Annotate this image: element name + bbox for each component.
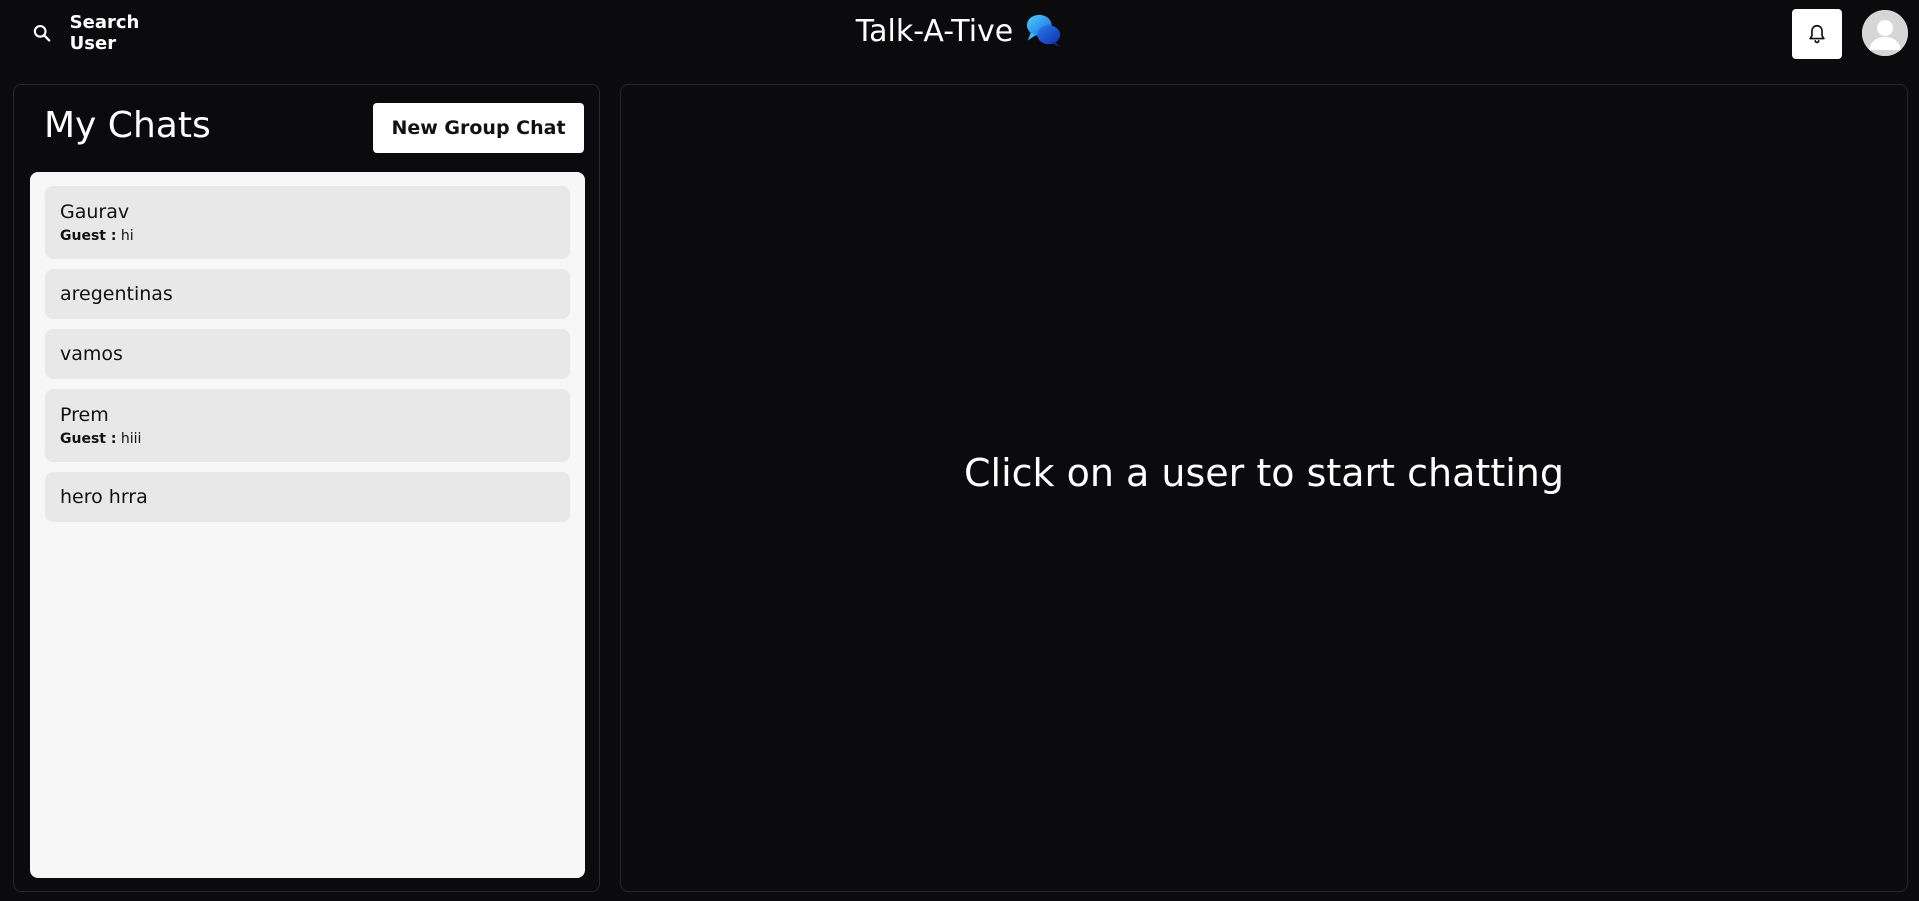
my-chats-panel: My Chats New Group Chat Gaurav Guest : h… [13,84,600,892]
profile-menu-button[interactable] [1862,10,1908,56]
chat-list-item[interactable]: hero hrra [45,472,570,522]
new-group-chat-button[interactable]: New Group Chat [373,103,584,153]
bell-icon [1809,24,1825,44]
latest-message-text: hi [120,228,134,244]
chat-name: vamos [60,343,123,365]
top-bar: Search User Talk-A-Tive [0,0,1919,66]
chat-window: Click on a user to start chatting [620,84,1908,892]
latest-message: Guest : hi [60,228,555,244]
my-chats-title: My Chats [44,105,211,146]
empty-chat-placeholder: Click on a user to start chatting [963,451,1564,495]
brand: Talk-A-Tive [0,12,1919,50]
chat-name: aregentinas [60,283,173,305]
latest-message-text: hiii [120,431,142,447]
chat-name: Gaurav [60,201,130,223]
chat-bubbles-logo-icon [1027,14,1061,48]
chat-list-item[interactable]: vamos [45,329,570,379]
chat-name: Prem [60,404,109,426]
app-title: Talk-A-Tive [855,13,1014,49]
search-user-button[interactable]: Search User [20,12,190,54]
chat-list-item[interactable]: aregentinas [45,269,570,319]
avatar-icon [1862,10,1908,56]
search-icon [33,24,51,42]
search-user-label: Search User [69,12,140,54]
notifications-button[interactable] [1792,9,1842,59]
chat-list-item[interactable]: Gaurav Guest : hi [45,186,570,259]
latest-message-sender: Guest : [60,431,117,447]
latest-message-sender: Guest : [60,228,117,244]
chat-name: hero hrra [60,486,148,508]
chat-list-item[interactable]: Prem Guest : hiii [45,389,570,462]
latest-message: Guest : hiii [60,431,555,447]
chat-list: Gaurav Guest : hi aregentinas vamos Prem… [30,172,585,878]
